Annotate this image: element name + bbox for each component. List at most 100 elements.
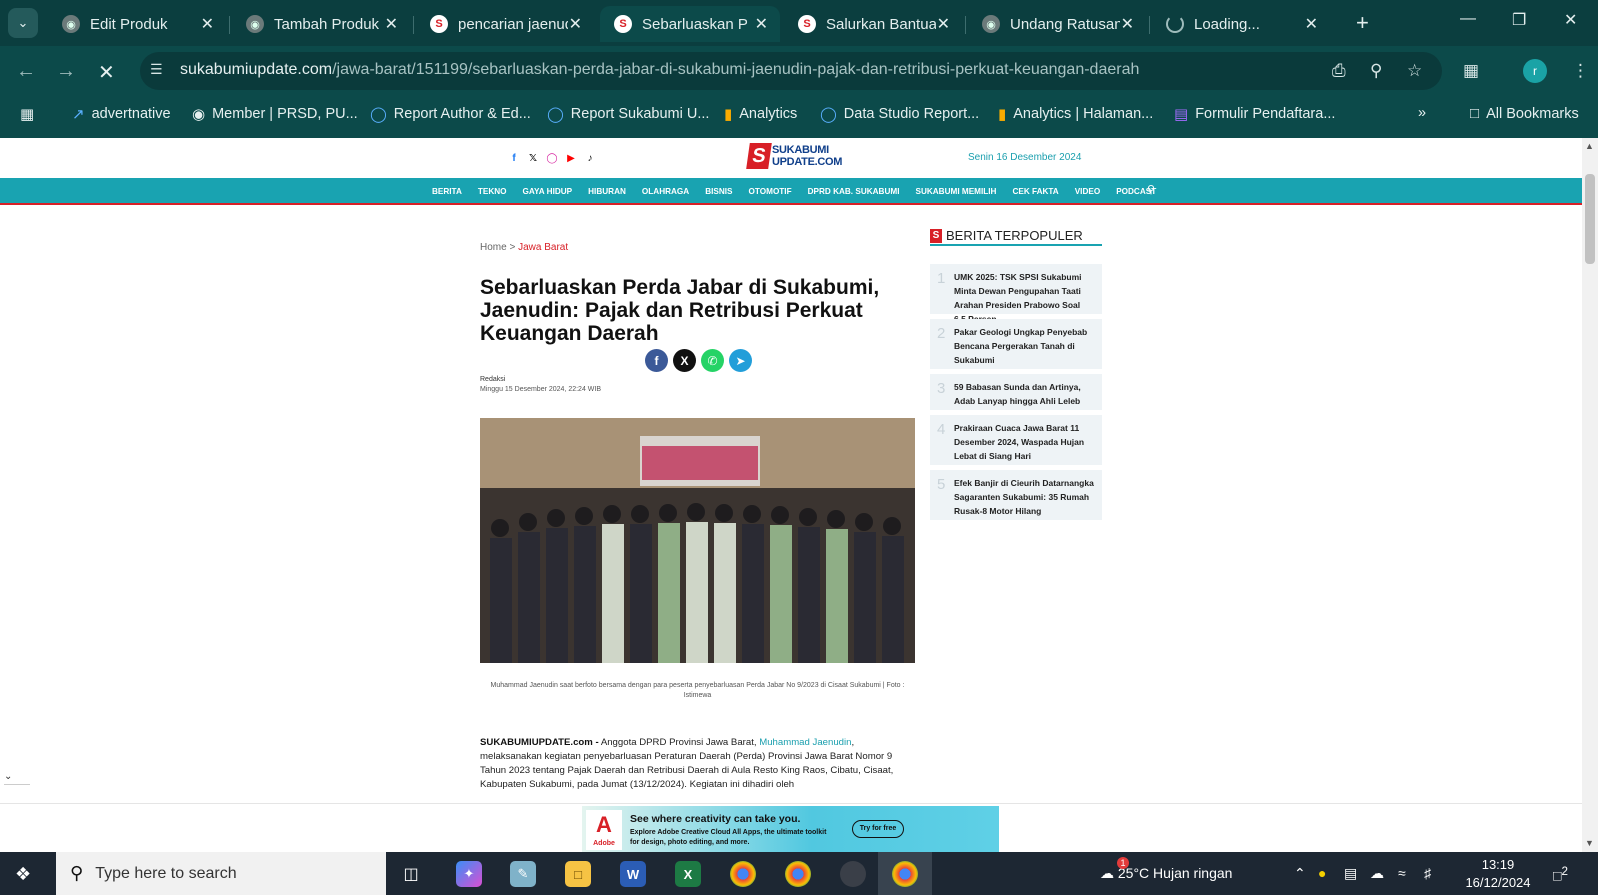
facebook-icon[interactable]: f	[508, 152, 520, 164]
install-app-icon[interactable]: ⎙	[1332, 61, 1346, 81]
notification-center[interactable]: □2	[1553, 865, 1568, 884]
url-text[interactable]: sukabumiupdate.com/jawa-barat/151199/seb…	[180, 61, 1139, 79]
nav-item[interactable]: DPRD KAB. SUKABUMI	[808, 187, 900, 196]
nav-item[interactable]: OTOMOTIF	[749, 187, 792, 196]
tab-sebarluaskan[interactable]: S Sebarluaskan Per ✕	[600, 6, 780, 42]
app-icon[interactable]	[840, 861, 866, 887]
popular-item[interactable]: 5 Efek Banjir di Cieurih Datarnangka Sag…	[930, 470, 1102, 520]
bookmark-formulir[interactable]: ▤ Formulir Pendaftara...	[1174, 105, 1335, 123]
task-view-icon[interactable]: ◫	[398, 861, 424, 887]
excel-icon[interactable]: X	[675, 861, 701, 887]
site-info-icon[interactable]: ☰	[150, 61, 163, 78]
nav-item[interactable]: CEK FAKTA	[1012, 187, 1058, 196]
forward-button[interactable]: →	[56, 60, 76, 83]
article-author[interactable]: Redaksi	[480, 376, 505, 383]
ad-cta-button[interactable]: Try for free	[852, 820, 904, 838]
taskbar-search[interactable]: ⚲ Type here to search	[56, 852, 386, 895]
bookmark-advertnative[interactable]: ↗ advertnative	[72, 105, 171, 123]
word-icon[interactable]: W	[620, 861, 646, 887]
tiktok-icon[interactable]: ♪	[584, 152, 596, 164]
nav-item[interactable]: BISNIS	[705, 187, 732, 196]
chrome-icon[interactable]	[730, 861, 756, 887]
restore-button[interactable]: ❐	[1512, 10, 1526, 30]
close-tab-icon[interactable]: ✕	[569, 14, 582, 34]
chrome-active-icon[interactable]	[892, 861, 918, 887]
scroll-up-icon[interactable]: ▲	[1585, 141, 1594, 151]
tab-pencarian[interactable]: S pencarian jaenud ✕	[416, 6, 594, 42]
wifi-icon[interactable]: ≈	[1398, 865, 1406, 881]
nav-item[interactable]: TEKNO	[478, 187, 507, 196]
tab-loading[interactable]: Loading... ✕	[1152, 6, 1330, 42]
system-clock[interactable]: 13:19 16/12/2024	[1458, 856, 1538, 892]
show-hidden-icons[interactable]: ⌃	[1294, 865, 1306, 882]
file-explorer-icon[interactable]: □	[565, 861, 591, 887]
article-link-jaenudin[interactable]: Muhammad Jaenudin	[759, 737, 851, 748]
stop-loading-button[interactable]: ✕	[98, 60, 115, 85]
tray-app-icon[interactable]: ●	[1318, 865, 1326, 881]
share-telegram-icon[interactable]: ➤	[729, 349, 752, 372]
copilot-icon[interactable]: ✦	[456, 861, 482, 887]
new-tab-button[interactable]: +	[1356, 10, 1369, 36]
windows-start-icon[interactable]: ❖	[15, 864, 31, 885]
nav-item[interactable]: HIBURAN	[588, 187, 626, 196]
bookmark-member-prsd[interactable]: ◉ Member | PRSD, PU...	[192, 105, 358, 123]
extensions-icon[interactable]: ▦	[1463, 61, 1479, 81]
minimize-button[interactable]: —	[1460, 10, 1476, 28]
nav-item[interactable]: GAYA HIDUP	[523, 187, 573, 196]
popular-item[interactable]: 3 59 Babasan Sunda dan Artinya, Adab Lan…	[930, 374, 1102, 410]
share-facebook-icon[interactable]: f	[645, 349, 668, 372]
popular-item[interactable]: 4 Prakiraan Cuaca Jawa Barat 11 Desember…	[930, 415, 1102, 465]
bookmark-report-author[interactable]: ◯ Report Author & Ed...	[370, 105, 531, 123]
menu-kebab-icon[interactable]: ⋮	[1572, 61, 1589, 81]
apps-grid-icon[interactable]: ▦	[20, 105, 41, 123]
chrome-profile-icon[interactable]	[785, 861, 811, 887]
bookmark-data-studio[interactable]: ◯ Data Studio Report...	[820, 105, 979, 123]
search-icon[interactable]: ⚲	[1147, 183, 1155, 196]
close-window-button[interactable]: ✕	[1564, 10, 1577, 30]
nav-item[interactable]: OLAHRAGA	[642, 187, 689, 196]
tab-undang-ratusan[interactable]: ◉ Undang Ratusan ✕	[968, 6, 1146, 42]
meet-icon[interactable]: ▤	[1344, 865, 1357, 882]
instagram-icon[interactable]: ◯	[546, 152, 558, 164]
adobe-ad-banner[interactable]: A Adobe See where creativity can take you…	[582, 806, 999, 853]
close-tab-icon[interactable]: ✕	[201, 14, 214, 34]
breadcrumb-home[interactable]: Home	[480, 242, 507, 253]
share-x-icon[interactable]: X	[673, 349, 696, 372]
zoom-icon[interactable]: ⚲	[1370, 61, 1382, 81]
bookmark-report-sukabumi[interactable]: ◯ Report Sukabumi U...	[547, 105, 709, 123]
bookmark-analytics-halaman[interactable]: ▮ Analytics | Halaman...	[998, 105, 1153, 123]
close-tab-icon[interactable]: ✕	[1305, 14, 1318, 34]
scrollbar-thumb[interactable]	[1585, 174, 1595, 264]
nav-item[interactable]: BERITA	[432, 187, 462, 196]
popular-item[interactable]: 1 UMK 2025: TSK SPSI Sukabumi Minta Dewa…	[930, 264, 1102, 324]
site-logo[interactable]: S SUKABUMI UPDATE.COM	[746, 143, 842, 169]
popular-divider	[930, 244, 1102, 246]
close-tab-icon[interactable]: ✕	[755, 14, 768, 34]
page-scrollbar[interactable]: ▲ ▼	[1582, 138, 1598, 852]
all-bookmarks[interactable]: □ All Bookmarks	[1470, 105, 1579, 122]
tab-tambah-produk[interactable]: ◉ Tambah Produk ✕	[232, 6, 410, 42]
collapse-toggle[interactable]: ⌄	[4, 771, 30, 785]
tab-search-button[interactable]: ⌄	[8, 8, 38, 38]
nav-item[interactable]: VIDEO	[1075, 187, 1100, 196]
breadcrumb-section[interactable]: Jawa Barat	[518, 242, 568, 253]
volume-icon[interactable]: ♯	[1424, 865, 1431, 881]
close-tab-icon[interactable]: ✕	[1121, 14, 1134, 34]
onedrive-icon[interactable]: ☁	[1370, 865, 1384, 882]
youtube-icon[interactable]: ▶	[565, 152, 577, 164]
star-bookmark-icon[interactable]: ☆	[1407, 61, 1422, 81]
share-whatsapp-icon[interactable]: ✆	[701, 349, 724, 372]
close-tab-icon[interactable]: ✕	[385, 14, 398, 34]
popular-item[interactable]: 2 Pakar Geologi Ungkap Penyebab Bencana …	[930, 319, 1102, 369]
notes-app-icon[interactable]: ✎	[510, 861, 536, 887]
more-bookmarks-icon[interactable]: »	[1418, 105, 1426, 121]
close-tab-icon[interactable]: ✕	[937, 14, 950, 34]
scroll-down-icon[interactable]: ▼	[1585, 838, 1594, 848]
bookmark-analytics[interactable]: ▮ Analytics	[724, 105, 797, 123]
x-twitter-icon[interactable]: 𝕏	[527, 152, 539, 164]
back-button[interactable]: ←	[16, 60, 36, 83]
tab-salurkan-bantuan[interactable]: S Salurkan Bantuan ✕	[784, 6, 962, 42]
nav-item[interactable]: SUKABUMI MEMILIH	[915, 187, 996, 196]
profile-avatar[interactable]: r	[1523, 59, 1547, 83]
tab-edit-produk[interactable]: ◉ Edit Produk ✕	[48, 6, 226, 42]
